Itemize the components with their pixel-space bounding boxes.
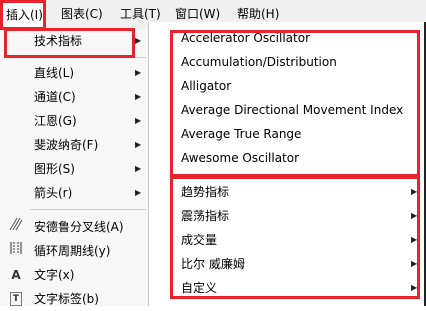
indicator-label: Accelerator Oscillator bbox=[181, 31, 311, 45]
category-label: 震荡指标 bbox=[181, 209, 230, 223]
indicator-accelerator-oscillator[interactable]: Accelerator Oscillator bbox=[149, 26, 426, 50]
indicator-atr[interactable]: Average True Range bbox=[149, 122, 426, 146]
menu-item-text[interactable]: A 文字(x) bbox=[0, 263, 150, 287]
menu-separator bbox=[30, 57, 146, 58]
category-oscillators[interactable]: 震荡指标 ▶ bbox=[149, 204, 426, 228]
menu-item-label: 文字(x) bbox=[34, 268, 75, 282]
category-volumes[interactable]: 成交量 ▶ bbox=[149, 228, 426, 252]
menu-item-label: 箭头(r) bbox=[34, 186, 73, 200]
category-label: 成交量 bbox=[181, 233, 218, 247]
indicator-alligator[interactable]: Alligator bbox=[149, 74, 426, 98]
tech-indicators-submenu: Accelerator Oscillator Accumulation/Dist… bbox=[148, 22, 426, 306]
menu-item-label: 图形(S) bbox=[34, 162, 75, 176]
insert-dropdown: 技术指标 ▶ 直线(L) ▶ 通道(C) ▶ 江恩(G) ▶ 斐波纳奇(F) ▶… bbox=[0, 29, 150, 306]
menu-item-tech-indicators[interactable]: 技术指标 ▶ bbox=[0, 29, 150, 53]
submenu-arrow-icon: ▶ bbox=[135, 36, 142, 45]
menu-charts-label: 图表(C) bbox=[61, 7, 103, 21]
menu-item-label: 安德鲁分叉线(A) bbox=[34, 220, 124, 234]
menu-item-label: 直线(L) bbox=[34, 66, 75, 80]
menu-item-label: 斐波纳奇(F) bbox=[34, 138, 99, 152]
menu-item-label: 循环周期线(y) bbox=[34, 244, 111, 258]
menu-item-label: 通道(C) bbox=[34, 90, 76, 104]
menu-window-label: 窗口(W) bbox=[175, 7, 221, 21]
menu-item-andrews-pitchfork[interactable]: 安德鲁分叉线(A) bbox=[0, 215, 150, 239]
submenu-arrow-icon: ▶ bbox=[135, 140, 142, 149]
indicator-label: Average True Range bbox=[181, 127, 302, 141]
menu-item-fibonacci[interactable]: 斐波纳奇(F) ▶ bbox=[0, 133, 150, 157]
menu-item-gann[interactable]: 江恩(G) ▶ bbox=[0, 109, 150, 133]
indicator-label: Average Directional Movement Index bbox=[181, 103, 404, 117]
menu-help-label: 帮助(H) bbox=[237, 7, 280, 21]
category-custom[interactable]: 自定义 ▶ bbox=[149, 276, 426, 300]
submenu-arrow-icon: ▶ bbox=[135, 68, 142, 77]
submenu-arrow-icon: ▶ bbox=[135, 164, 142, 173]
indicator-accumulation-distribution[interactable]: Accumulation/Distribution bbox=[149, 50, 426, 74]
indicator-adx[interactable]: Average Directional Movement Index bbox=[149, 98, 426, 122]
menu-tools-label: 工具(T) bbox=[120, 7, 161, 21]
menu-item-arrows[interactable]: 箭头(r) ▶ bbox=[0, 181, 150, 205]
menu-item-text-label[interactable]: T 文字标签(b) bbox=[0, 287, 150, 311]
submenu-arrow-icon: ▶ bbox=[135, 116, 142, 125]
menu-item-lines[interactable]: 直线(L) ▶ bbox=[0, 61, 150, 85]
menu-insert[interactable]: 插入(I) bbox=[0, 0, 46, 29]
category-label: 趋势指标 bbox=[181, 185, 230, 199]
submenu-arrow-icon: ▶ bbox=[135, 188, 142, 197]
menu-item-channels[interactable]: 通道(C) ▶ bbox=[0, 85, 150, 109]
cycle-lines-icon bbox=[9, 239, 23, 263]
category-label: 自定义 bbox=[181, 281, 218, 295]
pitchfork-icon bbox=[9, 215, 23, 239]
menu-insert-label: 插入(I) bbox=[6, 8, 43, 22]
tech-indicators-label: 技术指标 bbox=[34, 34, 83, 48]
menu-item-cycle-lines[interactable]: 循环周期线(y) bbox=[0, 239, 150, 263]
category-label: 比尔 威廉姆 bbox=[181, 257, 245, 271]
submenu-arrow-icon: ▶ bbox=[135, 92, 142, 101]
submenu-arrow-icon: ▶ bbox=[411, 187, 418, 196]
category-trend[interactable]: 趋势指标 ▶ bbox=[149, 180, 426, 204]
category-bill-williams[interactable]: 比尔 威廉姆 ▶ bbox=[149, 252, 426, 276]
menu-charts[interactable]: 图表(C) bbox=[61, 0, 103, 29]
submenu-arrow-icon: ▶ bbox=[411, 259, 418, 268]
indicator-label: Alligator bbox=[181, 79, 232, 93]
submenu-arrow-icon: ▶ bbox=[411, 283, 418, 292]
indicator-awesome-oscillator[interactable]: Awesome Oscillator bbox=[149, 146, 426, 170]
menu-separator bbox=[30, 209, 146, 210]
text-label-icon: T bbox=[10, 292, 22, 306]
indicator-label: Awesome Oscillator bbox=[181, 151, 300, 165]
menu-item-shapes[interactable]: 图形(S) ▶ bbox=[0, 157, 150, 181]
submenu-arrow-icon: ▶ bbox=[411, 211, 418, 220]
submenu-arrow-icon: ▶ bbox=[411, 235, 418, 244]
indicator-label: Accumulation/Distribution bbox=[181, 55, 337, 69]
text-icon: A bbox=[11, 268, 21, 282]
menu-item-label: 江恩(G) bbox=[34, 114, 77, 128]
menu-item-label: 文字标签(b) bbox=[34, 292, 99, 306]
menu-separator bbox=[179, 176, 417, 177]
